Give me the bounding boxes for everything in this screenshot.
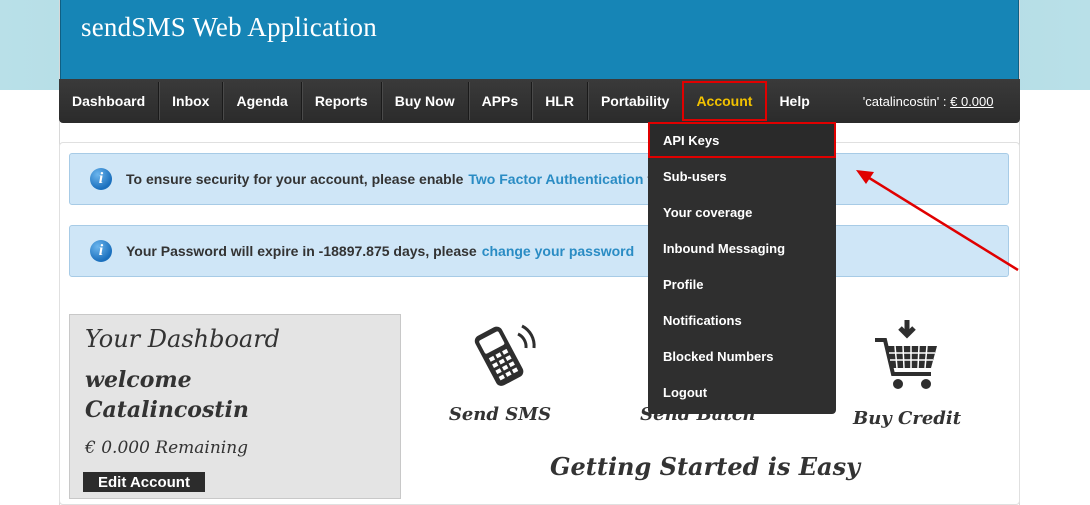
nav-buy-now[interactable]: Buy Now [382, 82, 469, 120]
nav-reports[interactable]: Reports [302, 82, 382, 120]
password-expiry-notice: i Your Password will expire in -18897.87… [69, 225, 1009, 277]
nav-inbox[interactable]: Inbox [159, 82, 224, 120]
mobile-phone-icon [474, 324, 536, 386]
info-icon: i [90, 240, 112, 262]
nav-account[interactable]: Account [682, 81, 768, 121]
remaining-balance: € 0.000 Remaining [85, 438, 249, 458]
shopping-cart-icon [875, 320, 937, 389]
app-title: sendSMS Web Application [81, 12, 377, 42]
nav-hlr[interactable]: HLR [532, 82, 588, 120]
dashboard-panel: Your Dashboard welcome Catalincostin € 0… [69, 314, 401, 499]
nav-agenda[interactable]: Agenda [223, 82, 302, 120]
menu-item-api-keys[interactable]: API Keys [648, 122, 836, 158]
nav-dashboard[interactable]: Dashboard [59, 82, 160, 120]
username: Catalincostin [85, 397, 249, 423]
getting-started-heading: Getting Started is Easy [550, 452, 861, 481]
notice-text: Your Password will expire in -18897.875 … [126, 243, 477, 259]
buy-credit-action[interactable]: Buy Credit [848, 318, 966, 429]
dashboard-title: Your Dashboard [85, 325, 281, 353]
main-navbar: Dashboard Inbox Agenda Reports Buy Now A… [59, 79, 1020, 123]
edit-account-button[interactable]: Edit Account [83, 472, 205, 492]
buy-credit-label: Buy Credit [852, 408, 962, 429]
app-header: sendSMS Web Application [60, 0, 1019, 80]
nav-apps[interactable]: APPs [469, 82, 533, 120]
nav-portability[interactable]: Portability [588, 82, 684, 120]
send-sms-label: Send SMS [448, 404, 552, 425]
two-factor-notice: i To ensure security for your account, p… [69, 153, 1009, 205]
menu-item-notifications[interactable]: Notifications [648, 302, 836, 338]
welcome-line: welcome [85, 367, 192, 393]
notice-text: To ensure security for your account, ple… [126, 171, 464, 187]
menu-item-inbound-messaging[interactable]: Inbound Messaging [648, 230, 836, 266]
menu-item-logout[interactable]: Logout [648, 374, 836, 410]
account-dropdown-menu: API Keys Sub-users Your coverage Inbound… [648, 122, 836, 414]
nav-help[interactable]: Help [766, 82, 822, 120]
menu-item-profile[interactable]: Profile [648, 266, 836, 302]
user-label: 'catalincostin' : [862, 93, 951, 109]
menu-item-sub-users[interactable]: Sub-users [648, 158, 836, 194]
welcome-message: welcome Catalincostin [85, 365, 385, 425]
user-balance: 'catalincostin' : € 0.000 [863, 94, 994, 109]
credit-link[interactable]: € 0.000 [950, 94, 993, 109]
change-password-link[interactable]: change your password [482, 243, 634, 259]
two-factor-link[interactable]: Two Factor Authentication [468, 171, 643, 187]
info-icon: i [90, 168, 112, 190]
menu-item-coverage[interactable]: Your coverage [648, 194, 836, 230]
send-sms-action[interactable]: Send SMS [440, 320, 560, 425]
menu-item-blocked-numbers[interactable]: Blocked Numbers [648, 338, 836, 374]
